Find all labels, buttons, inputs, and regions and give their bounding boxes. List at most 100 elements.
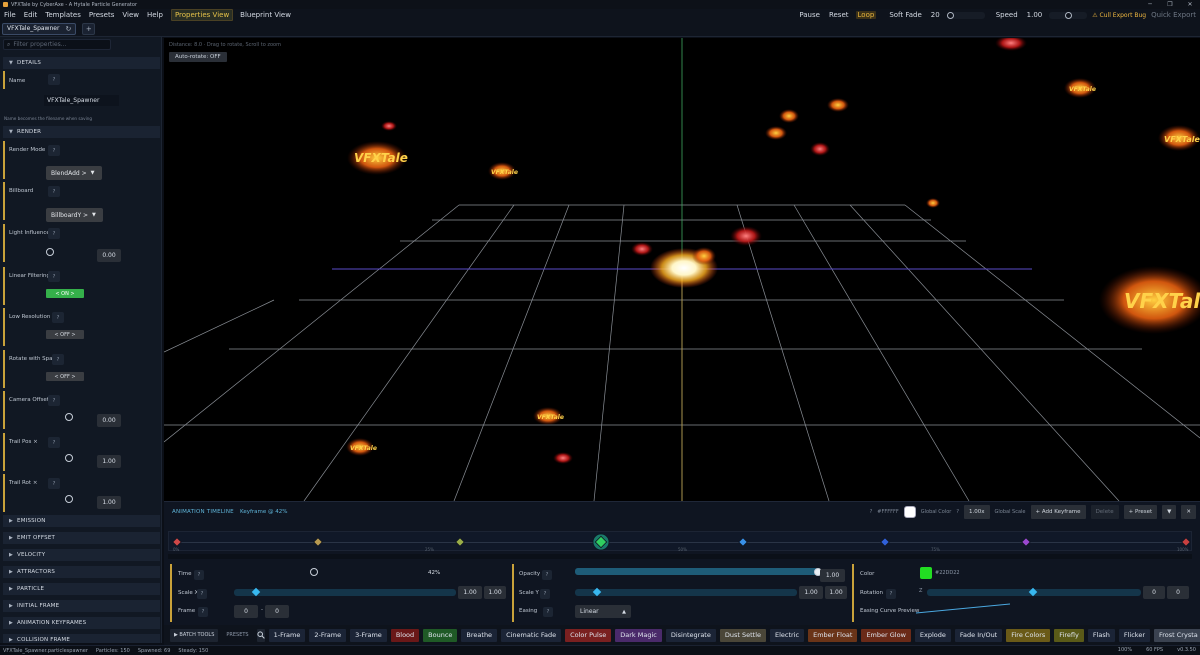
minimize-button[interactable]: ─: [1140, 0, 1160, 9]
preset-chip[interactable]: Bounce: [423, 628, 458, 642]
delete-keyframe-button[interactable]: Delete: [1090, 505, 1119, 519]
preset-chip[interactable]: Dust Settle: [719, 628, 766, 642]
add-preset-button[interactable]: + Preset: [1123, 505, 1158, 519]
light-influence-value[interactable]: 0.00: [97, 249, 121, 262]
filter-properties-input[interactable]: [13, 41, 104, 48]
global-color-swatch[interactable]: [903, 506, 916, 518]
help-icon[interactable]: ?: [540, 589, 550, 599]
3d-viewport[interactable]: VFXTale VFXTale VFXTale VFXTale VFXTale …: [164, 38, 1200, 501]
keyframe-marker[interactable]: [313, 537, 323, 547]
add-tab-button[interactable]: +: [82, 22, 96, 35]
keyframe-marker[interactable]: [1021, 537, 1031, 547]
animation-keyframes-section-header[interactable]: ▶ ANIMATION KEYFRAMES: [3, 617, 160, 629]
batch-tools-button[interactable]: ▶ BATCH TOOLS: [170, 628, 219, 642]
preset-chip[interactable]: Electric: [770, 628, 805, 642]
help-icon[interactable]: ?: [48, 186, 60, 197]
menu-edit[interactable]: Edit: [20, 11, 42, 19]
speed-slider[interactable]: [1049, 11, 1088, 19]
preset-chip[interactable]: 3-Frame: [350, 628, 387, 642]
scale-y-min[interactable]: 1.00: [799, 586, 823, 599]
rotation-min[interactable]: 0: [1143, 586, 1165, 599]
particle-section-header[interactable]: ▶ PARTICLE: [3, 583, 160, 595]
preset-chip[interactable]: Breathe: [461, 628, 498, 642]
help-icon[interactable]: ?: [48, 395, 60, 406]
keyframe-marker[interactable]: [172, 537, 182, 547]
menu-help[interactable]: Help: [143, 11, 167, 19]
quick-export-button[interactable]: Quick Export: [1151, 11, 1196, 19]
low-resolution-toggle[interactable]: < OFF >: [46, 330, 84, 339]
add-keyframe-button[interactable]: + Add Keyframe: [1030, 505, 1086, 519]
preset-chip[interactable]: 2-Frame: [309, 628, 347, 642]
reset-button[interactable]: Reset: [827, 11, 851, 19]
help-icon[interactable]: ?: [48, 228, 60, 239]
soft-fade-knob[interactable]: [946, 11, 954, 19]
help-icon[interactable]: ?: [194, 570, 204, 580]
trail-rot-value[interactable]: 1.00: [97, 496, 121, 509]
loop-button[interactable]: Loop: [855, 11, 877, 19]
name-input[interactable]: VFXTale_Spawner: [44, 95, 119, 106]
emit-offset-section-header[interactable]: ▶ EMIT OFFSET: [3, 532, 160, 544]
emission-section-header[interactable]: ▶ EMISSION: [3, 515, 160, 527]
search-icon[interactable]: [256, 628, 265, 642]
help-icon[interactable]: ?: [48, 145, 60, 156]
close-window-button[interactable]: ✕: [1180, 0, 1200, 9]
preset-chip[interactable]: Flicker: [1118, 628, 1150, 642]
preset-chip[interactable]: Flash: [1087, 628, 1115, 642]
render-mode-dropdown[interactable]: BlendAdd > ▼: [46, 166, 102, 180]
scale-x-max[interactable]: 1.00: [484, 586, 506, 599]
scale-x-min[interactable]: 1.00: [458, 586, 482, 599]
global-scale-value[interactable]: 1.00x: [964, 505, 990, 519]
menu-view[interactable]: View: [118, 11, 143, 19]
help-icon[interactable]: ?: [870, 509, 873, 515]
opacity-value[interactable]: 1.00: [820, 569, 845, 582]
preset-chip[interactable]: Color Pulse: [565, 628, 612, 642]
preset-chip[interactable]: Blood: [390, 628, 420, 642]
details-section-header[interactable]: ▼ DETAILS: [3, 57, 160, 69]
light-influence-slider[interactable]: [46, 248, 54, 256]
tab-vfxtale-spawner[interactable]: VFXTale_Spawner ↻: [2, 22, 77, 35]
time-slider-knob[interactable]: [309, 568, 318, 576]
scale-y-max[interactable]: 1.00: [825, 586, 847, 599]
preset-chip[interactable]: Explode: [914, 628, 951, 642]
billboard-dropdown[interactable]: BillboardY > ▼: [46, 208, 103, 222]
soft-fade-slider[interactable]: [946, 11, 985, 19]
speed-knob[interactable]: [1065, 11, 1073, 19]
scale-y-slider[interactable]: [575, 589, 797, 596]
chevron-down-icon[interactable]: ▼: [1162, 505, 1177, 519]
help-icon[interactable]: ?: [48, 478, 60, 489]
keyframe-marker[interactable]: [455, 537, 465, 547]
help-icon[interactable]: ?: [886, 589, 896, 599]
preset-chip[interactable]: Frost Crysta: [1154, 628, 1200, 642]
preset-chip[interactable]: Firefly: [1054, 628, 1084, 642]
menu-file[interactable]: File: [0, 11, 20, 19]
menu-templates[interactable]: Templates: [41, 11, 85, 19]
rotation-max[interactable]: 0: [1167, 586, 1189, 599]
collision-frame-section-header[interactable]: ▶ COLLISION FRAME: [3, 634, 160, 643]
keyframe-color-swatch[interactable]: [920, 567, 932, 579]
close-icon[interactable]: ✕: [1181, 505, 1196, 519]
preset-chip[interactable]: Dark Magic: [615, 628, 662, 642]
menu-presets[interactable]: Presets: [85, 11, 118, 19]
render-section-header[interactable]: ▼ RENDER: [3, 126, 160, 138]
help-icon[interactable]: ?: [956, 509, 959, 515]
keyframe-marker[interactable]: [1181, 537, 1191, 547]
help-icon[interactable]: ?: [48, 74, 60, 85]
linear-filtering-toggle[interactable]: < ON >: [46, 289, 84, 298]
keyframe-marker[interactable]: [738, 537, 748, 547]
preset-chip[interactable]: Disintegrate: [665, 628, 716, 642]
trail-rot-slider[interactable]: [65, 495, 73, 503]
preset-chip[interactable]: Fade In/Out: [954, 628, 1003, 642]
help-icon[interactable]: ?: [197, 589, 207, 599]
properties-view-button[interactable]: Properties View: [170, 9, 234, 21]
reload-icon[interactable]: ↻: [65, 25, 71, 33]
trail-pos-value[interactable]: 1.00: [97, 455, 121, 468]
initial-frame-section-header[interactable]: ▶ INITIAL FRAME: [3, 600, 160, 612]
preset-chip[interactable]: Ember Float: [808, 628, 858, 642]
frame-end[interactable]: 0: [265, 605, 289, 618]
camera-offset-value[interactable]: 0.00: [97, 414, 121, 427]
velocity-section-header[interactable]: ▶ VELOCITY: [3, 549, 160, 561]
pause-button[interactable]: Pause: [797, 11, 822, 19]
trail-pos-slider[interactable]: [65, 454, 73, 462]
preset-chip[interactable]: Ember Glow: [861, 628, 911, 642]
help-icon[interactable]: ?: [52, 354, 64, 365]
